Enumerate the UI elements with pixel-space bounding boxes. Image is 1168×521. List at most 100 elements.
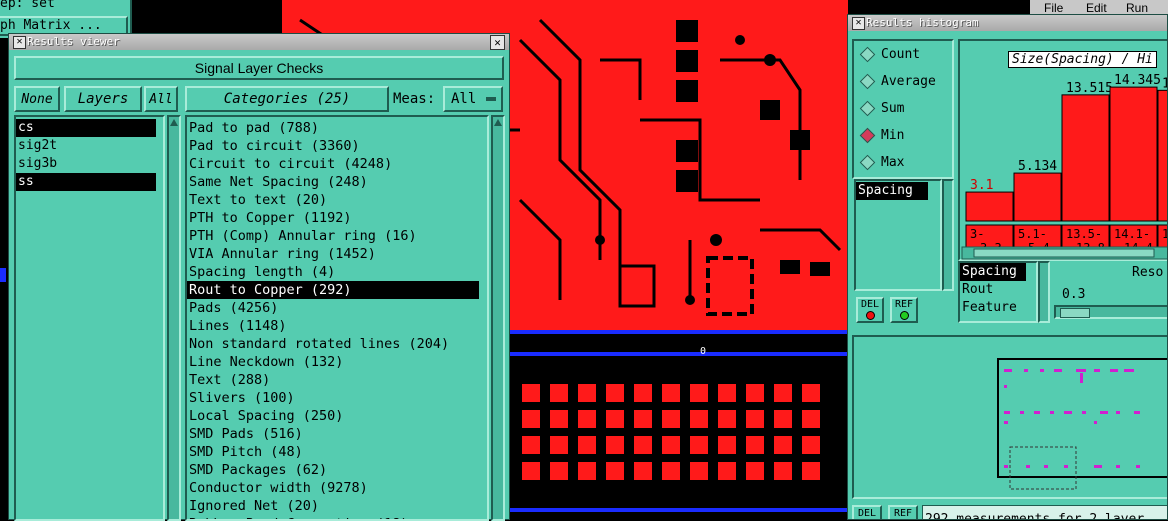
bar-value-label: 3.1	[970, 178, 993, 193]
stat-option-sum[interactable]: Sum	[854, 95, 952, 122]
board-overview-map	[997, 358, 1167, 490]
stat-options: Count Average Sum Min Max	[852, 39, 954, 179]
signal-layer-checks-header[interactable]: Signal Layer Checks	[14, 56, 504, 80]
stat-option-average[interactable]: Average	[854, 68, 952, 95]
board-overview[interactable]	[852, 335, 1167, 499]
none-button[interactable]: None	[14, 86, 60, 112]
results-histogram-window: ✕ Results histogram Count Average Sum Min Ma…	[847, 14, 1168, 520]
histogram-bar[interactable]	[1061, 94, 1110, 222]
category-item[interactable]: SMD Packages (62)	[187, 461, 487, 479]
histogram-bar[interactable]	[1013, 172, 1062, 222]
category-item[interactable]: Same Net Spacing (248)	[187, 173, 487, 191]
category-item[interactable]: Ignored Net (20)	[187, 497, 487, 515]
spacing-scrollbar[interactable]	[942, 179, 954, 291]
category-item[interactable]: Pad to circuit (3360)	[187, 137, 487, 155]
results-viewer-titlebar[interactable]: ✕ Results viewer ✕	[9, 34, 509, 50]
meas-select-value: All	[451, 91, 477, 107]
radio-diamond-icon[interactable]	[859, 127, 876, 144]
stat-option-count[interactable]: Count	[854, 41, 952, 68]
close-icon[interactable]: ✕	[490, 35, 505, 50]
category-item[interactable]: Circuit to circuit (4248)	[187, 155, 487, 173]
scroll-up-icon[interactable]	[170, 119, 178, 126]
bin-label-top: 5.1-	[1018, 227, 1047, 241]
measure-scrollbar[interactable]	[1038, 261, 1050, 323]
layer-item-sig3b[interactable]: sig3b	[16, 155, 163, 173]
del-button-bottom[interactable]: DEL	[852, 505, 882, 519]
red-dot-icon	[865, 311, 875, 320]
window-menu-icon[interactable]: ✕	[13, 36, 26, 49]
measure-item-rout[interactable]: Rout	[960, 281, 1036, 299]
status-text: 292 measurements for 2 layer	[922, 505, 1167, 519]
stat-option-label: Count	[881, 47, 921, 62]
menu-run[interactable]: Run	[1126, 1, 1148, 14]
spacing-list[interactable]: Spacing	[854, 179, 942, 291]
bin-label-top: 13.5-	[1066, 227, 1102, 241]
radio-diamond-icon[interactable]	[859, 46, 876, 63]
category-item[interactable]: Pads (4256)	[187, 299, 487, 317]
category-item[interactable]: Rubber Band Connection (18)	[187, 515, 487, 519]
layer-item-cs[interactable]: cs	[16, 119, 156, 137]
measure-item-feature[interactable]: Feature	[960, 299, 1036, 317]
slider-thumb[interactable]	[1060, 308, 1090, 318]
chart-scroll-thumb[interactable]	[973, 248, 1155, 258]
menu-edit[interactable]: Edit	[1086, 1, 1107, 14]
category-item[interactable]: Text to text (20)	[187, 191, 487, 209]
measure-item-spacing[interactable]: Spacing	[960, 263, 1026, 281]
histogram-bar[interactable]	[965, 191, 1014, 222]
resolution-value: 0.3	[1062, 287, 1086, 302]
del-button[interactable]: DEL	[856, 297, 884, 323]
dropdown-icon	[486, 97, 496, 101]
category-item[interactable]: PTH to Copper (1192)	[187, 209, 487, 227]
radio-diamond-icon[interactable]	[859, 73, 876, 90]
layers-list[interactable]: cs sig2t sig3b ss	[14, 115, 165, 521]
category-item[interactable]: Rout to Copper (292)	[187, 281, 479, 299]
category-item[interactable]: SMD Pads (516)	[187, 425, 487, 443]
bar-value-label: 5.134	[1018, 159, 1057, 174]
category-item[interactable]: Spacing length (4)	[187, 263, 487, 281]
window-menu-icon[interactable]: ✕	[852, 17, 865, 30]
categories-scrollbar[interactable]	[491, 115, 505, 521]
layers-button[interactable]: Layers	[64, 86, 142, 112]
histogram-chart[interactable]: 3.13-3.35.1345.1-5.413.51513.5-13.814.34…	[960, 41, 1168, 263]
category-item[interactable]: Line Neckdown (132)	[187, 353, 487, 371]
radio-diamond-icon[interactable]	[859, 154, 876, 171]
ref-button-bottom[interactable]: REF	[888, 505, 918, 519]
radio-diamond-icon[interactable]	[859, 100, 876, 117]
category-item[interactable]: Local Spacing (250)	[187, 407, 487, 425]
layers-scrollbar[interactable]	[167, 115, 181, 521]
stat-option-min[interactable]: Min	[854, 122, 952, 149]
layer-item-sig2t[interactable]: sig2t	[16, 137, 163, 155]
results-histogram-title: Results histogram	[866, 16, 979, 29]
resolution-slider[interactable]	[1054, 305, 1167, 319]
category-item[interactable]: VIA Annular ring (1452)	[187, 245, 487, 263]
histogram-bar[interactable]	[1109, 86, 1158, 222]
svg-text:0: 0	[700, 346, 706, 357]
category-item[interactable]: Non standard rotated lines (204)	[187, 335, 487, 353]
bar-value-label: 14.345	[1114, 73, 1161, 88]
category-item[interactable]: SMD Pitch (48)	[187, 443, 487, 461]
spacing-list-item[interactable]: Spacing	[856, 182, 928, 200]
category-item[interactable]: Conductor width (9278)	[187, 479, 487, 497]
ref-label: REF	[894, 299, 914, 310]
stat-option-max[interactable]: Max	[854, 149, 952, 176]
measure-list[interactable]: Spacing Rout Feature	[958, 261, 1038, 323]
categories-button[interactable]: Categories (25)	[185, 86, 389, 112]
category-item[interactable]: Lines (1148)	[187, 317, 487, 335]
bin-label-top: 3-	[970, 227, 984, 241]
results-histogram-titlebar[interactable]: ✕ Results histogram	[848, 15, 1167, 31]
category-item[interactable]: PTH (Comp) Annular ring (16)	[187, 227, 487, 245]
category-item[interactable]: Text (288)	[187, 371, 487, 389]
ref-button[interactable]: REF	[890, 297, 918, 323]
category-item[interactable]: Pad to pad (788)	[187, 119, 487, 137]
results-viewer-title: Results viewer	[27, 35, 120, 48]
scroll-up-icon[interactable]	[494, 119, 502, 126]
category-item[interactable]: Slivers (100)	[187, 389, 487, 407]
all-button[interactable]: All	[144, 86, 178, 112]
menu-file[interactable]: File	[1044, 15, 1073, 17]
background-menubar: File Edit Run	[1030, 0, 1168, 14]
categories-list[interactable]: Pad to pad (788) Pad to circuit (3360) Cir…	[185, 115, 489, 521]
meas-select[interactable]: All	[443, 86, 503, 112]
histogram-bar[interactable]	[1157, 89, 1168, 222]
layer-item-ss[interactable]: ss	[16, 173, 156, 191]
menu-file[interactable]: File	[1044, 1, 1063, 14]
